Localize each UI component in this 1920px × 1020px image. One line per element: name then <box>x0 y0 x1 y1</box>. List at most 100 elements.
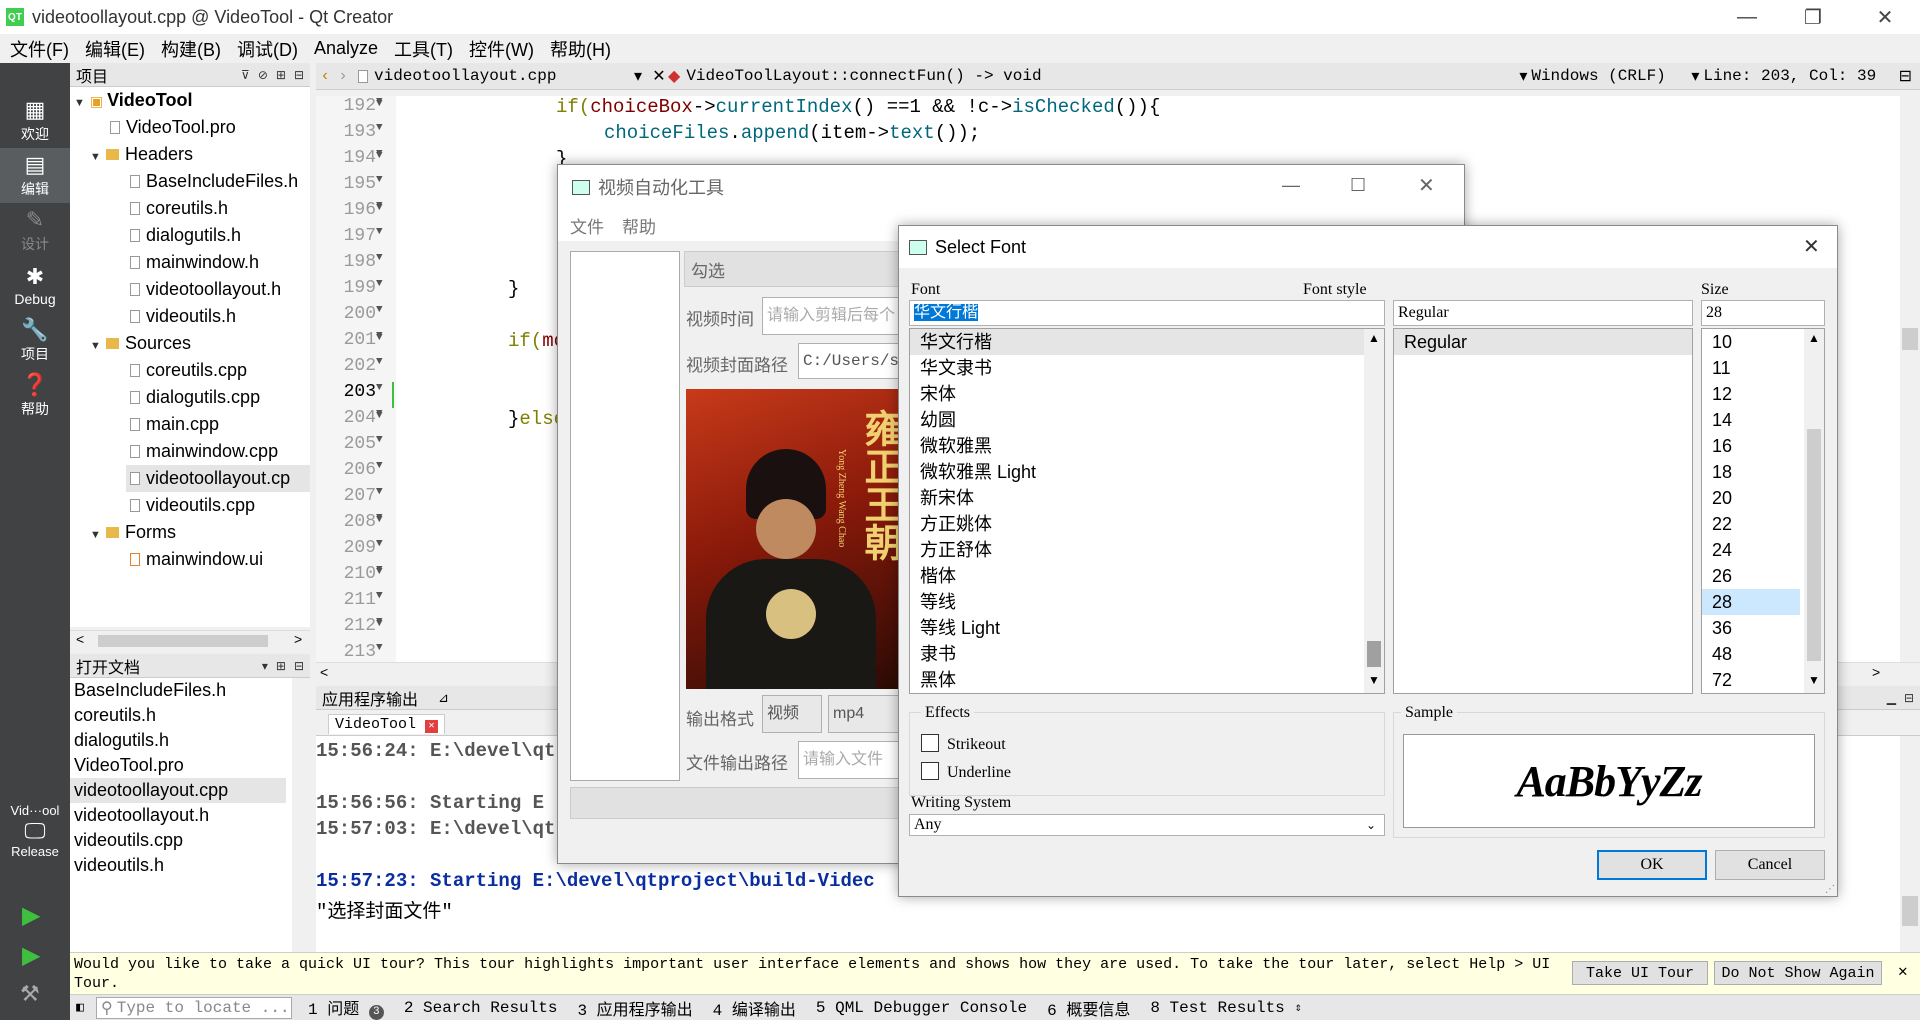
fold-arrow-icon[interactable]: ▼ <box>376 252 383 264</box>
tree-item[interactable]: BaseIncludeFiles.h <box>130 168 298 195</box>
menu-file[interactable]: 文件(F) <box>2 36 77 62</box>
run-icon[interactable]: ▶ <box>22 901 40 930</box>
tree-item[interactable]: mainwindow.h <box>130 249 259 276</box>
size-input[interactable]: 28 <box>1701 300 1825 326</box>
font-item[interactable]: 宋体 <box>910 381 1384 407</box>
tree-item[interactable]: coreutils.cpp <box>130 357 247 384</box>
fold-arrow-icon[interactable]: ▼ <box>376 408 383 420</box>
fold-arrow-icon[interactable]: ▼ <box>376 122 383 134</box>
menu-edit[interactable]: 编辑(E) <box>77 36 153 62</box>
fold-arrow-icon[interactable]: ▼ <box>376 590 383 602</box>
output-ext-select[interactable]: mp4 <box>828 695 908 733</box>
dropdown-icon[interactable]: ▾ <box>1519 66 1527 86</box>
fold-arrow-icon[interactable]: ▼ <box>376 460 383 472</box>
restore-button[interactable]: ❐ <box>1784 0 1842 34</box>
font-item[interactable]: 微软雅黑 <box>910 433 1384 459</box>
debug-run-icon[interactable]: ▶ <box>22 941 40 970</box>
filter-icon[interactable]: ⊽ <box>241 68 250 82</box>
scroll-left-icon[interactable]: < <box>76 631 84 647</box>
tree-item[interactable]: ▼ Sources <box>90 330 191 357</box>
expand-panel-icon[interactable]: ⊟ <box>1904 691 1914 705</box>
minimize-button[interactable]: — <box>1718 0 1776 34</box>
close-file-icon[interactable]: ✕ <box>650 66 668 86</box>
font-item[interactable]: 等线 <box>910 589 1384 615</box>
editor-vscrollbar[interactable] <box>1900 96 1920 662</box>
menu-tools[interactable]: 工具(T) <box>386 36 461 62</box>
menu-build[interactable]: 构建(B) <box>153 36 229 62</box>
fold-arrow-icon[interactable]: ▼ <box>376 538 383 550</box>
font-item[interactable]: 华文行楷 <box>910 329 1384 355</box>
close-button[interactable]: ✕ <box>1803 234 1820 259</box>
tree-item[interactable]: ▼ ▣ VideoTool <box>74 87 192 114</box>
close-panel-icon[interactable]: ⊟ <box>294 68 304 82</box>
split-icon[interactable]: ⊟ <box>1899 66 1920 86</box>
scroll-down-icon[interactable]: ▼ <box>1368 673 1380 687</box>
fold-arrow-icon[interactable]: ▼ <box>376 278 383 290</box>
font-item[interactable]: 隶书 <box>910 641 1384 667</box>
mode-help[interactable]: ❓ 帮助 <box>0 368 70 423</box>
do-not-show-again-button[interactable]: Do Not Show Again <box>1714 961 1882 985</box>
font-item[interactable]: 方正舒体 <box>910 537 1384 563</box>
font-item[interactable]: 楷体 <box>910 563 1384 589</box>
scroll-left-icon[interactable]: < <box>320 664 328 680</box>
font-item[interactable]: 微软雅黑 Light <box>910 459 1384 485</box>
fold-arrow-icon[interactable]: ▼ <box>376 330 383 342</box>
font-item[interactable]: 幼圆 <box>910 407 1384 433</box>
line-ending-selector[interactable]: Windows (CRLF) <box>1531 67 1691 85</box>
close-button[interactable]: ✕ <box>1418 173 1435 198</box>
writing-system-select[interactable]: Any ⌄ <box>909 814 1385 836</box>
kit-selector[interactable]: Vid···ool 🖵 Release <box>0 803 70 859</box>
scroll-thumb[interactable] <box>1807 429 1821 661</box>
fold-arrow-icon[interactable]: ▼ <box>376 434 383 446</box>
scroll-thumb[interactable] <box>98 635 268 647</box>
size-item-selected[interactable]: 28 <box>1702 589 1800 615</box>
close-banner-icon[interactable]: ✕ <box>1898 961 1908 981</box>
locator-input[interactable]: ⚲ Type to locate ... <box>96 996 292 1019</box>
tree-item[interactable]: coreutils.h <box>130 195 228 222</box>
close-panel-icon[interactable]: ⊟ <box>294 659 304 673</box>
mode-projects[interactable]: 🔧 项目 <box>0 313 70 368</box>
scroll-thumb[interactable] <box>1902 328 1918 350</box>
tab-qml-debugger-console[interactable]: 5 QML Debugger Console <box>806 999 1037 1017</box>
tab-search-results[interactable]: 2 Search Results <box>394 999 568 1017</box>
dropdown-icon[interactable]: ▾ <box>634 66 650 86</box>
menu-analyze[interactable]: Analyze <box>306 38 386 59</box>
tab-app-output[interactable]: 3 应用程序输出 <box>567 996 702 1020</box>
scroll-up-icon[interactable]: ▲ <box>1808 331 1820 345</box>
tree-item[interactable]: ▼ Forms <box>90 519 176 546</box>
open-doc-item[interactable]: videoutils.cpp <box>74 828 183 853</box>
tree-item[interactable]: videoutils.cpp <box>130 492 255 519</box>
font-item[interactable]: 黑体 <box>910 667 1384 693</box>
fold-arrow-icon[interactable]: ▼ <box>376 148 383 160</box>
take-ui-tour-button[interactable]: Take UI Tour <box>1572 961 1708 985</box>
font-item[interactable]: 新宋体 <box>910 485 1384 511</box>
toggle-sidebar-icon[interactable]: ◧ <box>70 1000 90 1015</box>
tab-general-messages[interactable]: 6 概要信息 <box>1037 996 1140 1020</box>
tree-item[interactable]: main.cpp <box>130 411 219 438</box>
font-list-scrollbar[interactable]: ▲ ▼ <box>1364 329 1384 693</box>
tree-item-selected[interactable]: videotoollayout.cp <box>126 465 310 492</box>
fold-arrow-icon[interactable]: ▼ <box>376 512 383 524</box>
output-type-select[interactable]: 视频 <box>762 695 822 733</box>
menu-file[interactable]: 文件 <box>570 213 604 238</box>
open-doc-item[interactable]: videoutils.h <box>74 853 164 878</box>
open-doc-item-selected[interactable]: videotoollayout.cpp <box>70 778 286 803</box>
fold-arrow-icon[interactable]: ▼ <box>376 564 383 576</box>
tree-item[interactable]: dialogutils.h <box>130 222 241 249</box>
font-style-item[interactable]: Regular <box>1394 329 1692 355</box>
tree-item[interactable]: videotoollayout.h <box>130 276 281 303</box>
open-docs-scrollbar[interactable] <box>292 678 310 952</box>
scroll-thumb[interactable] <box>1902 896 1918 926</box>
menu-help[interactable]: 帮助 <box>622 213 656 238</box>
minimize-panel-icon[interactable]: ▁ <box>1887 691 1896 705</box>
fold-arrow-icon[interactable]: ▼ <box>376 96 383 108</box>
cursor-position[interactable]: Line: 203, Col: 39 <box>1703 67 1876 85</box>
minimize-button[interactable]: — <box>1282 175 1300 196</box>
close-tab-icon[interactable]: ✕ <box>425 719 439 733</box>
tree-hscrollbar[interactable]: < > <box>70 630 310 650</box>
open-doc-item[interactable]: dialogutils.h <box>74 728 169 753</box>
file-tab[interactable]: videotoollayout.cpp <box>374 67 634 85</box>
mode-debug[interactable]: ✱ Debug <box>0 258 70 313</box>
more-tabs-icon[interactable]: ⇕ <box>1295 1000 1302 1015</box>
scroll-right-icon[interactable]: > <box>1872 664 1880 680</box>
